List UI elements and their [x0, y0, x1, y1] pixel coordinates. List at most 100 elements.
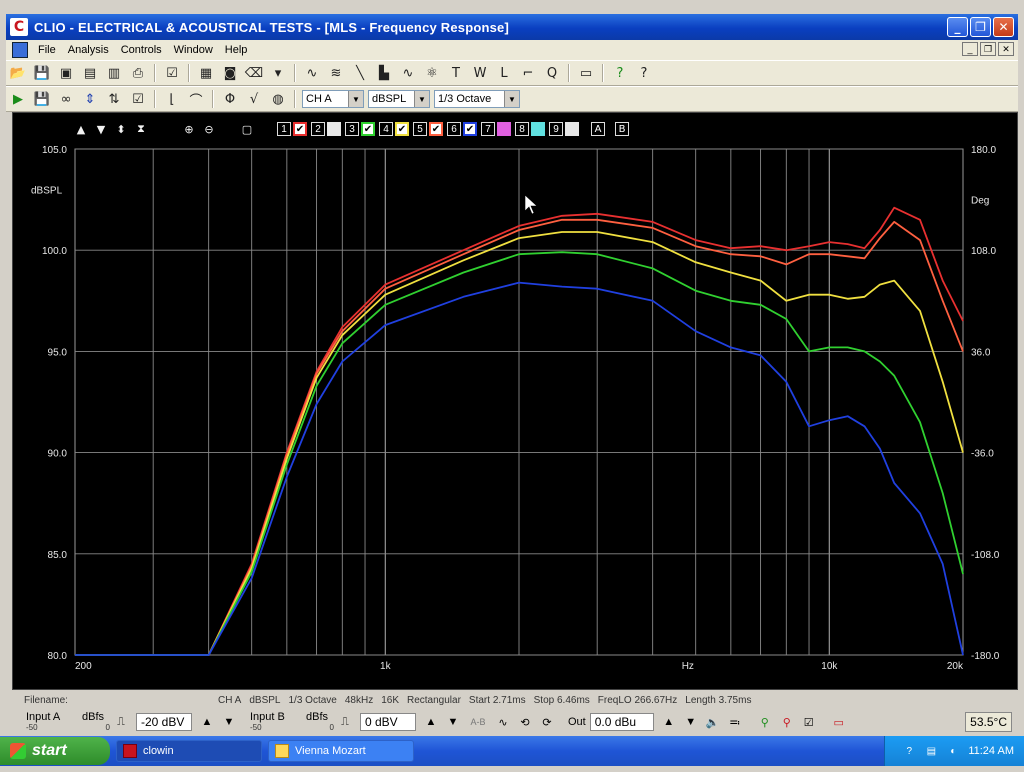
- loop-a-icon[interactable]: ⟲: [516, 713, 534, 731]
- menu-analysis[interactable]: Analysis: [62, 44, 115, 56]
- overlay-checkbox[interactable]: ✔: [361, 122, 375, 136]
- notes-icon[interactable]: ☑: [800, 713, 818, 731]
- restore-button[interactable]: ❐: [970, 17, 991, 37]
- multimeter-icon[interactable]: ⚛: [422, 63, 442, 83]
- scroll-down-icon[interactable]: ▼: [93, 121, 109, 137]
- volume-tray-icon[interactable]: ◐: [946, 744, 960, 758]
- chevron-down-icon[interactable]: ▼: [504, 91, 519, 107]
- overlay-checkbox[interactable]: ✔: [463, 122, 477, 136]
- settings-icon[interactable]: ⇅: [104, 89, 124, 109]
- overlay-icon[interactable]: ▢: [239, 121, 255, 137]
- monitor-icon[interactable]: ▭: [576, 63, 596, 83]
- waterfall-icon[interactable]: ▙: [374, 63, 394, 83]
- zoom-out-icon[interactable]: ⊖: [201, 121, 217, 137]
- a-minus-b-button[interactable]: A-B: [466, 713, 490, 731]
- scroll-up-icon[interactable]: ▲: [73, 121, 89, 137]
- disk-icon[interactable]: 💾: [32, 89, 52, 109]
- step-response-icon[interactable]: √: [244, 89, 264, 109]
- save-as-icon[interactable]: ▣: [56, 63, 76, 83]
- save-icon[interactable]: 💾: [32, 63, 52, 83]
- input-b-up-icon[interactable]: ▲: [422, 713, 440, 731]
- leq-icon[interactable]: L: [494, 63, 514, 83]
- overlay-slot-number[interactable]: 9: [549, 122, 563, 136]
- loop-icon[interactable]: ∞: [56, 89, 76, 109]
- overlay-checkbox[interactable]: [565, 122, 579, 136]
- menu-window[interactable]: Window: [168, 44, 219, 56]
- out-up-icon[interactable]: ▲: [660, 713, 678, 731]
- frequency-response-chart[interactable]: 80.0 85.0 90.0 95.0 100.0 105.0 -180.0 -108.0 -3…: [13, 113, 1019, 691]
- generator-icon[interactable]: ∿: [494, 713, 512, 731]
- overlay-checkbox[interactable]: ✔: [429, 122, 443, 136]
- print-icon[interactable]: ⎙: [128, 63, 148, 83]
- go-icon[interactable]: ▶: [8, 89, 28, 109]
- overlay-checkbox[interactable]: [531, 122, 545, 136]
- ts-parameters-icon[interactable]: T: [446, 63, 466, 83]
- task-clowin[interactable]: clowin: [116, 740, 262, 762]
- compress-icon[interactable]: ⧗: [133, 121, 149, 137]
- notes-icon[interactable]: ☑: [128, 89, 148, 109]
- b-button[interactable]: B: [615, 122, 629, 136]
- input-b-value[interactable]: 0 dBV: [360, 713, 416, 731]
- speaker-icon[interactable]: 🔈: [704, 713, 722, 731]
- input-a-pulse-icon[interactable]: ⎍: [112, 713, 130, 731]
- capture-icon[interactable]: ▦: [196, 63, 216, 83]
- overlay-slot-number[interactable]: 3: [345, 122, 359, 136]
- a-button[interactable]: A: [591, 122, 605, 136]
- clock[interactable]: 11:24 AM: [968, 745, 1014, 757]
- chevron-down-icon[interactable]: ▼: [414, 91, 429, 107]
- graph-panel[interactable]: 80.0 85.0 90.0 95.0 100.0 105.0 -180.0 -108.0 -3…: [12, 112, 1018, 690]
- smoothing-select[interactable]: 1/3 Octave ▼: [434, 90, 520, 108]
- menu-help[interactable]: Help: [219, 44, 254, 56]
- overlay-checkbox[interactable]: [497, 122, 511, 136]
- input-b-pulse-icon[interactable]: ⎍: [336, 713, 354, 731]
- overlay-slot-number[interactable]: 1: [277, 122, 291, 136]
- mdi-close-button[interactable]: ✕: [998, 42, 1014, 56]
- overlay-slot-number[interactable]: 8: [515, 122, 529, 136]
- title-bar[interactable]: C CLIO - ELECTRICAL & ACOUSTICAL TESTS -…: [6, 14, 1018, 40]
- context-help-icon[interactable]: ?: [634, 63, 654, 83]
- open-icon[interactable]: 📂: [8, 63, 28, 83]
- phantom-b-icon[interactable]: ⚲: [778, 713, 796, 731]
- start-button[interactable]: start: [0, 737, 110, 765]
- overlay-checkbox[interactable]: ✔: [395, 122, 409, 136]
- autorange-icon[interactable]: ⇕: [80, 89, 100, 109]
- polar-icon[interactable]: ◍: [268, 89, 288, 109]
- loop-b-icon[interactable]: ⟳: [538, 713, 556, 731]
- chevron-down-icon[interactable]: ▼: [348, 91, 363, 107]
- phase-icon[interactable]: Φ: [220, 89, 240, 109]
- camera-icon[interactable]: ◙: [220, 63, 240, 83]
- overlay-slot-number[interactable]: 6: [447, 122, 461, 136]
- input-a-up-icon[interactable]: ▲: [198, 713, 216, 731]
- menu-controls[interactable]: Controls: [115, 44, 168, 56]
- mdi-minimize-button[interactable]: _: [962, 42, 978, 56]
- help-tray-icon[interactable]: ?: [902, 744, 916, 758]
- sine-icon[interactable]: ∿: [398, 63, 418, 83]
- channel-select[interactable]: CH A ▼: [302, 90, 364, 108]
- overlay-slot-number[interactable]: 2: [311, 122, 325, 136]
- sweep-icon[interactable]: ╲: [350, 63, 370, 83]
- dropdown-arrow-icon[interactable]: ▾: [268, 63, 288, 83]
- qc-icon[interactable]: Q: [542, 63, 562, 83]
- overlay-checkbox[interactable]: [327, 122, 341, 136]
- zoom-in-icon[interactable]: ⊕: [181, 121, 197, 137]
- print-preview-icon[interactable]: ▥: [104, 63, 124, 83]
- close-button[interactable]: ✕: [993, 17, 1014, 37]
- unit-select[interactable]: dBSPL ▼: [368, 90, 430, 108]
- wow-flutter-icon[interactable]: W: [470, 63, 490, 83]
- network-tray-icon[interactable]: ▤: [924, 744, 938, 758]
- input-a-down-icon[interactable]: ▼: [220, 713, 238, 731]
- phantom-a-icon[interactable]: ⚲: [756, 713, 774, 731]
- overlay-slot-number[interactable]: 4: [379, 122, 393, 136]
- stepped-sine-icon[interactable]: ⌐: [518, 63, 538, 83]
- expand-icon[interactable]: ⬍: [113, 121, 129, 137]
- input-a-value[interactable]: -20 dBV: [136, 713, 192, 731]
- notes-icon[interactable]: ☑: [162, 63, 182, 83]
- impulse-icon[interactable]: ⌊: [162, 89, 182, 109]
- document-icon[interactable]: [12, 42, 28, 58]
- overlay-checkbox[interactable]: ✔: [293, 122, 307, 136]
- out-down-icon[interactable]: ▼: [682, 713, 700, 731]
- curve-icon[interactable]: ⌒: [186, 89, 206, 109]
- eraser-icon[interactable]: ⌫: [244, 63, 264, 83]
- mls-icon[interactable]: ≋: [326, 63, 346, 83]
- overlay-slot-number[interactable]: 5: [413, 122, 427, 136]
